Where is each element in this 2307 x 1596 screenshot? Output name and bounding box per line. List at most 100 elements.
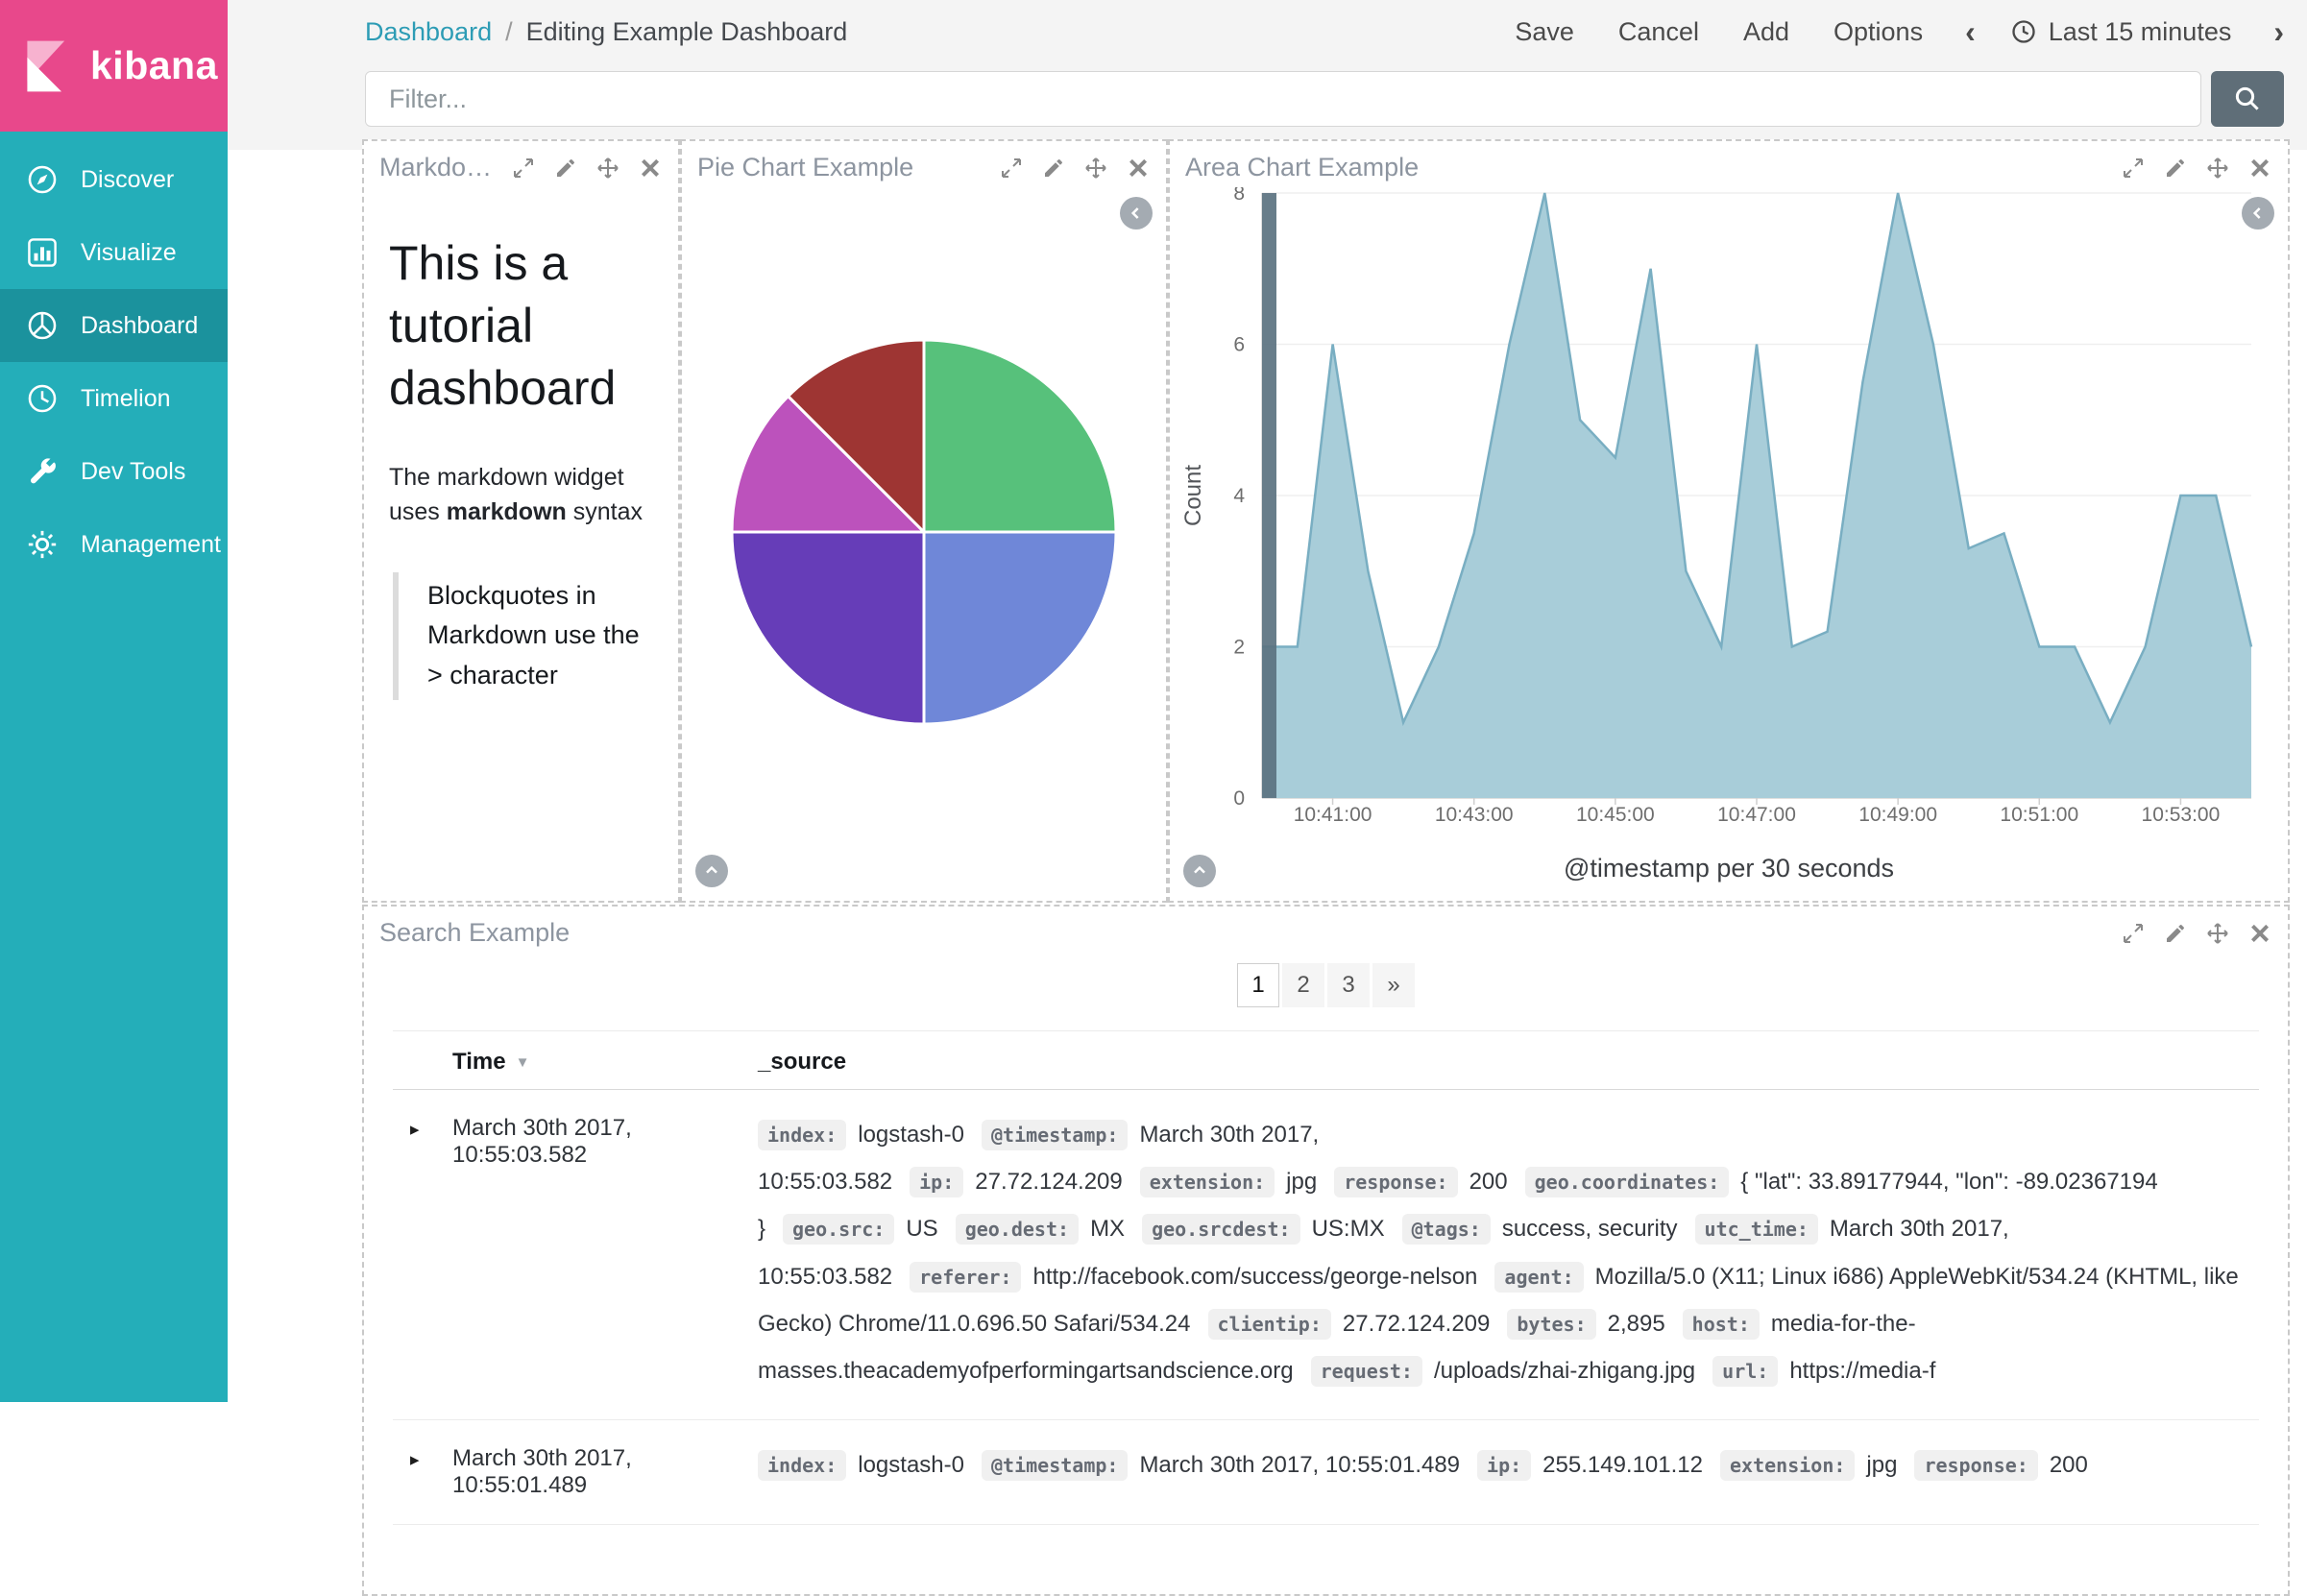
field-key-badge: extension: — [1140, 1167, 1275, 1197]
table-header-time[interactable]: Time ▼ — [452, 1049, 758, 1076]
sidebar-item-timelion[interactable]: Timelion — [0, 362, 228, 435]
clock-chart-icon — [25, 381, 60, 416]
svg-text:10:45:00: 10:45:00 — [1576, 804, 1655, 826]
pie-slice-3[interactable] — [732, 532, 924, 724]
partial-bucket-endzone — [1262, 193, 1276, 798]
cancel-menu-item[interactable]: Cancel — [1618, 17, 1699, 47]
search-button[interactable] — [2211, 71, 2284, 127]
field-value: https://media-f — [1789, 1358, 1935, 1384]
edit-icon[interactable] — [2163, 921, 2188, 946]
field-key-badge: referer: — [910, 1262, 1021, 1293]
svg-text:10:53:00: 10:53:00 — [2142, 804, 2221, 826]
pie-chart[interactable] — [725, 333, 1123, 731]
sidebar: kibana Discover Visualize Dashboard Timelio… — [0, 0, 228, 1402]
field-key-badge: clientip: — [1208, 1309, 1331, 1340]
kibana-logo[interactable]: kibana — [0, 0, 228, 132]
field-value: logstash-0 — [858, 1122, 964, 1148]
field-value: MX — [1090, 1216, 1125, 1242]
row-expand-caret-icon[interactable]: ▸ — [393, 1111, 452, 1394]
svg-text:10:43:00: 10:43:00 — [1435, 804, 1514, 826]
main-area: Dashboard / Editing Example Dashboard Sa… — [228, 0, 2307, 150]
breadcrumb-dashboard-link[interactable]: Dashboard — [365, 17, 492, 47]
field-value: 200 — [1469, 1169, 1508, 1195]
edit-icon[interactable] — [553, 156, 578, 181]
save-menu-item[interactable]: Save — [1515, 17, 1574, 47]
sidebar-item-dev-tools[interactable]: Dev Tools — [0, 435, 228, 508]
sidebar-item-discover[interactable]: Discover — [0, 143, 228, 216]
field-key-badge: ip: — [910, 1167, 963, 1197]
expand-icon[interactable] — [2121, 156, 2146, 181]
field-key-badge: bytes: — [1507, 1309, 1595, 1340]
field-key-badge: @timestamp: — [982, 1120, 1128, 1150]
move-icon[interactable] — [2205, 921, 2230, 946]
pagination: 123» — [364, 963, 2288, 1007]
sidebar-item-management[interactable]: Management — [0, 508, 228, 581]
time-forward-chevron-icon[interactable]: › — [2273, 16, 2284, 47]
close-icon[interactable]: × — [2247, 921, 2272, 946]
edit-icon[interactable] — [2163, 156, 2188, 181]
expand-icon[interactable] — [2121, 921, 2146, 946]
sidebar-item-label: Discover — [81, 166, 174, 194]
panel-area-chart: Area Chart Example × 0246810:41:0010:43:… — [1168, 139, 2290, 903]
field-key-badge: geo.dest: — [956, 1214, 1079, 1245]
pie-slice-2[interactable] — [924, 532, 1116, 724]
row-source-cell: index:logstash-0@timestamp:March 30th 20… — [758, 1111, 2259, 1394]
pagination-page-3[interactable]: 3 — [1327, 963, 1370, 1007]
pagination-next-button[interactable]: » — [1372, 963, 1415, 1007]
add-menu-item[interactable]: Add — [1743, 17, 1789, 47]
pagination-page-2[interactable]: 2 — [1282, 963, 1324, 1007]
field-key-badge: index: — [758, 1450, 846, 1481]
row-expand-caret-icon[interactable]: ▸ — [393, 1441, 452, 1499]
pagination-page-1[interactable]: 1 — [1237, 963, 1279, 1007]
area-chart[interactable]: 0246810:41:0010:43:0010:45:0010:47:0010:… — [1176, 187, 2280, 840]
move-icon[interactable] — [1083, 156, 1108, 181]
svg-text:10:51:00: 10:51:00 — [2000, 804, 2078, 826]
axis-toggle[interactable] — [695, 855, 728, 887]
svg-text:6: 6 — [1233, 334, 1245, 356]
breadcrumb: Dashboard / Editing Example Dashboard — [365, 17, 847, 47]
time-back-chevron-icon[interactable]: ‹ — [1965, 16, 1976, 47]
sidebar-item-dashboard[interactable]: Dashboard — [0, 289, 228, 362]
field-key-badge: extension: — [1720, 1450, 1855, 1481]
options-menu-item[interactable]: Options — [1833, 17, 1923, 47]
markdown-blockquote: Blockquotes in Markdown use the > charac… — [393, 572, 653, 701]
breadcrumb-separator: / — [505, 17, 513, 47]
time-picker[interactable]: Last 15 minutes — [2010, 17, 2232, 47]
close-icon[interactable]: × — [638, 156, 663, 181]
markdown-paragraph: The markdown widget uses markdown syntax — [389, 460, 653, 530]
panel-actions: × — [2111, 921, 2272, 946]
expand-icon[interactable] — [999, 156, 1024, 181]
edit-icon[interactable] — [1041, 156, 1066, 181]
field-key-badge: response: — [1334, 1167, 1457, 1197]
bar-chart-icon — [25, 235, 60, 270]
axis-toggle[interactable] — [1183, 855, 1216, 887]
filter-input[interactable] — [365, 71, 2201, 127]
svg-text:10:47:00: 10:47:00 — [1717, 804, 1796, 826]
close-icon[interactable]: × — [1126, 156, 1151, 181]
field-value: 27.72.124.209 — [1343, 1311, 1490, 1337]
field-key-badge: @timestamp: — [982, 1450, 1128, 1481]
chevron-up-icon — [702, 861, 721, 881]
kibana-logo-icon — [15, 36, 75, 96]
expand-icon[interactable] — [511, 156, 536, 181]
sidebar-item-visualize[interactable]: Visualize — [0, 216, 228, 289]
field-value: logstash-0 — [858, 1452, 964, 1478]
svg-text:10:49:00: 10:49:00 — [1858, 804, 1937, 826]
move-icon[interactable] — [595, 156, 620, 181]
field-key-badge: geo.src: — [783, 1214, 894, 1245]
panel-actions: × — [989, 156, 1151, 181]
legend-toggle[interactable] — [2242, 197, 2274, 230]
move-icon[interactable] — [2205, 156, 2230, 181]
panel-title: Area Chart Example — [1185, 153, 1419, 182]
close-icon[interactable]: × — [2247, 156, 2272, 181]
row-time-cell: March 30th 2017, 10:55:01.489 — [452, 1441, 758, 1499]
sidebar-item-label: Dashboard — [81, 312, 198, 340]
chevron-left-icon — [2248, 204, 2268, 223]
legend-toggle[interactable] — [1120, 197, 1153, 230]
field-key-badge: response: — [1914, 1450, 2037, 1481]
area-chart-ylabel: Count — [1180, 465, 1206, 526]
sort-desc-icon: ▼ — [516, 1054, 530, 1071]
sidebar-item-label: Timelion — [81, 385, 171, 413]
panel-title: Markdow... — [379, 153, 501, 182]
pie-slice-1[interactable] — [924, 340, 1116, 532]
